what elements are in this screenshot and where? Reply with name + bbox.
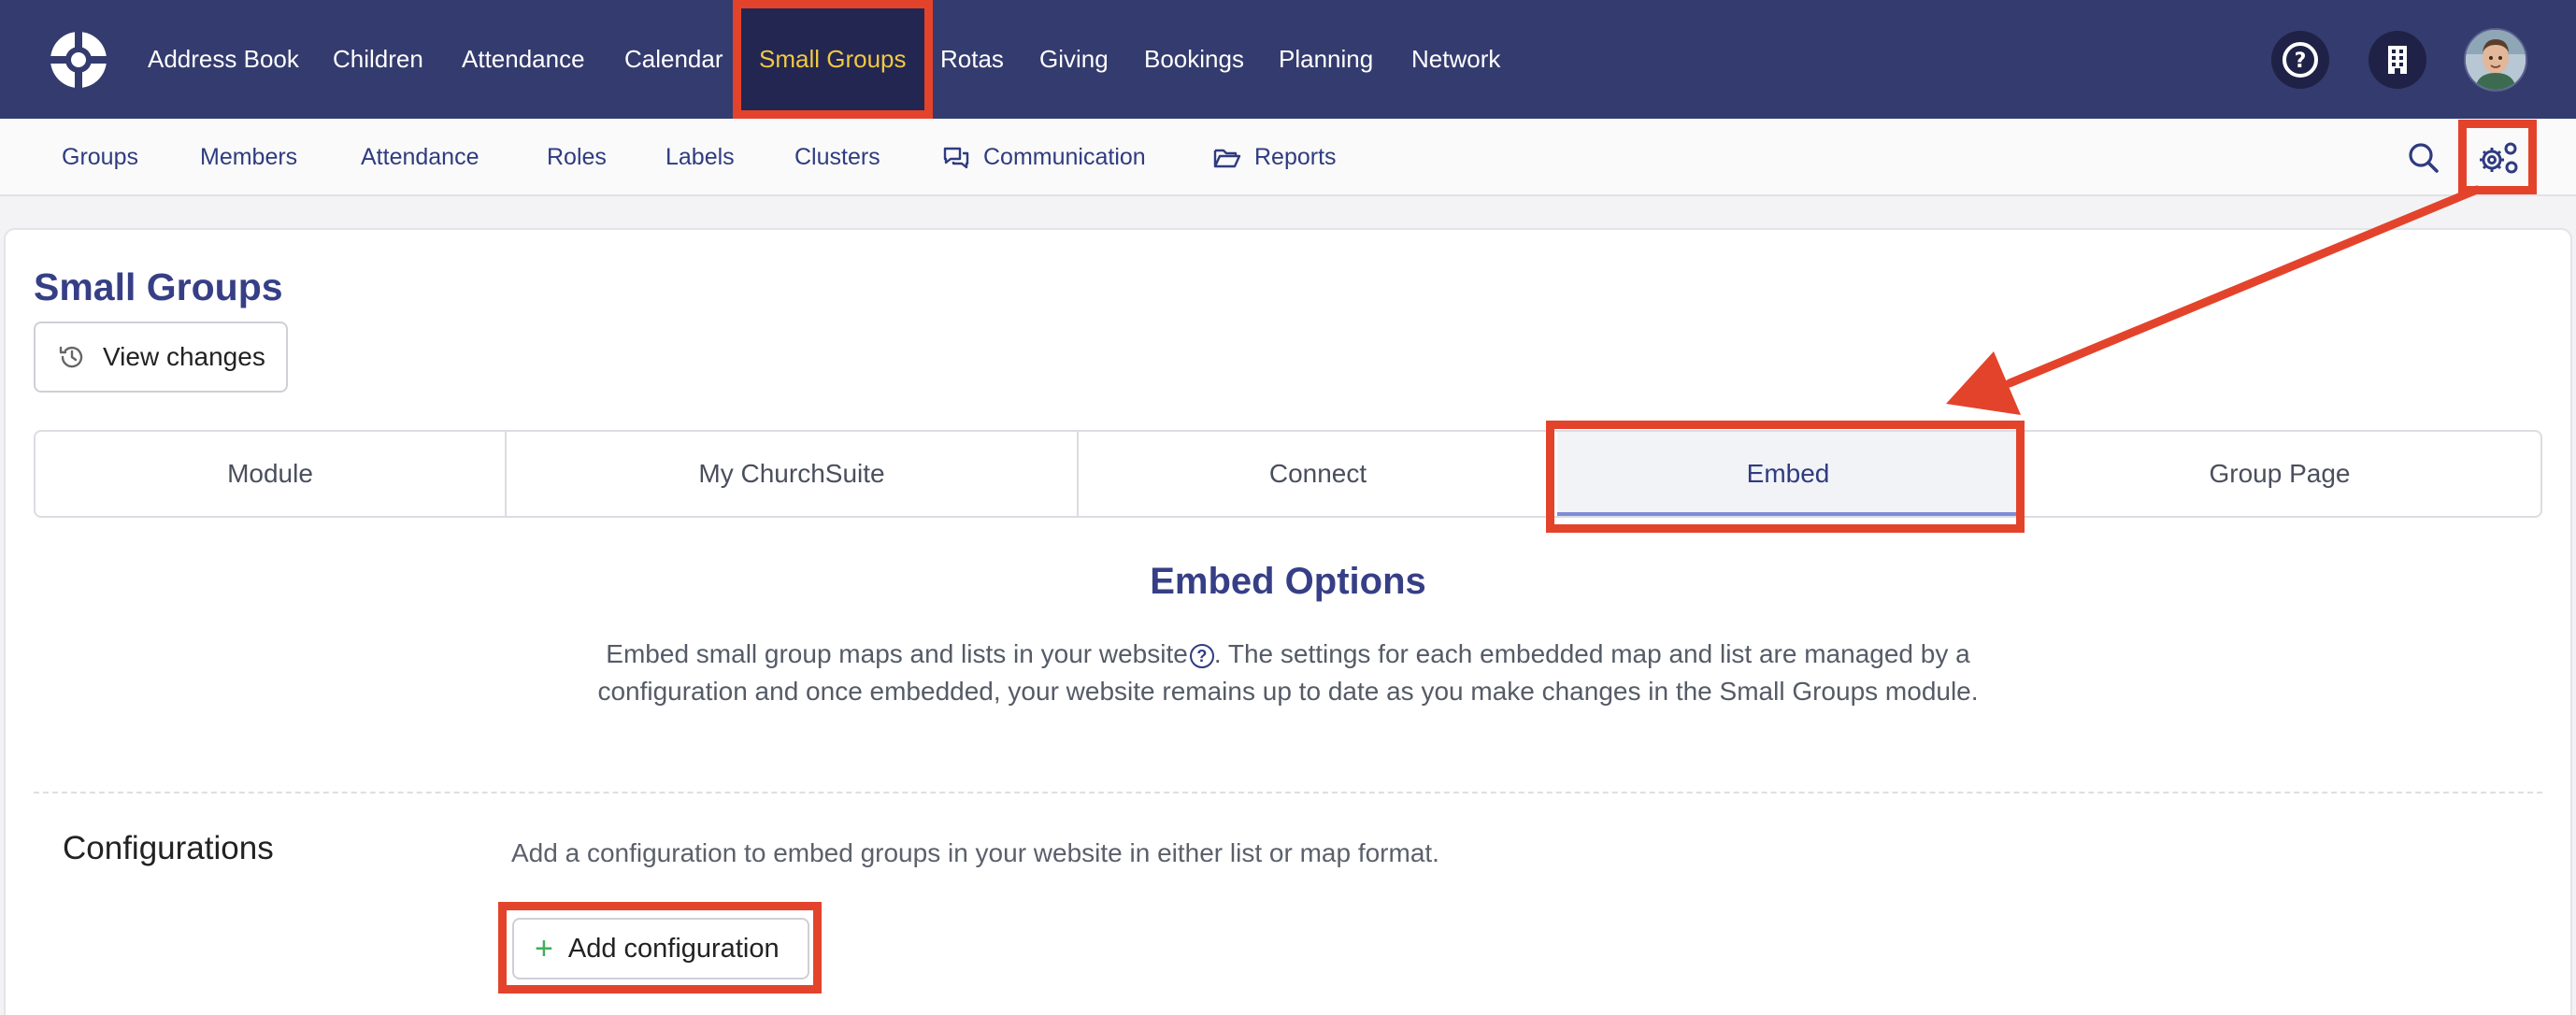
search-icon — [2409, 143, 2439, 173]
embed-description: Embed small group maps and lists in your… — [561, 636, 2015, 710]
nav-small-groups[interactable]: Small Groups — [737, 0, 929, 119]
subnav-labels-label: Labels — [665, 144, 735, 170]
organisation-button[interactable] — [2368, 31, 2426, 89]
nav-network[interactable]: Network — [1411, 0, 1500, 119]
nav-attendance[interactable]: Attendance — [462, 0, 585, 119]
tab-my-churchsuite[interactable]: My ChurchSuite — [507, 432, 1079, 516]
user-photo-icon — [2466, 30, 2526, 90]
help-icon: ? — [2283, 42, 2318, 78]
subnav-members-label: Members — [200, 144, 298, 170]
top-navigation-bar: Address Book Children Attendance Calenda… — [0, 0, 2576, 119]
subnav-roles[interactable]: Roles — [547, 119, 607, 196]
history-icon — [59, 346, 83, 368]
view-changes-label: View changes — [103, 342, 265, 371]
configurations-heading: Configurations — [63, 830, 274, 866]
subnav-members[interactable]: Members — [200, 119, 297, 196]
gears-icon — [2480, 142, 2518, 174]
subnav-communication[interactable]: Communication — [942, 119, 1146, 196]
subnav-labels[interactable]: Labels — [665, 119, 735, 196]
plus-icon: + — [535, 931, 553, 966]
subnav-clusters[interactable]: Clusters — [794, 119, 880, 196]
help-glyph: ? — [2295, 50, 2307, 73]
tab-group-page[interactable]: Group Page — [2019, 432, 2540, 516]
help-button[interactable]: ? — [2271, 31, 2329, 89]
module-settings-button[interactable] — [2475, 135, 2522, 181]
nav-calendar[interactable]: Calendar — [624, 0, 723, 119]
tab-embed[interactable]: Embed — [1557, 432, 2019, 516]
chat-bubbles-icon — [943, 147, 969, 168]
settings-card — [4, 228, 2572, 1015]
tab-module[interactable]: Module — [36, 432, 507, 516]
subnav-attendance[interactable]: Attendance — [361, 119, 479, 196]
add-configuration-label: Add configuration — [567, 933, 780, 964]
section-divider — [34, 792, 2542, 793]
subnav-reports-label: Reports — [1254, 144, 1337, 170]
building-icon — [2388, 46, 2407, 74]
user-avatar[interactable] — [2464, 28, 2527, 92]
subnav-communication-label: Communication — [983, 144, 1146, 170]
tab-connect[interactable]: Connect — [1079, 432, 1557, 516]
search-button[interactable] — [2400, 135, 2447, 181]
nav-bookings[interactable]: Bookings — [1144, 0, 1244, 119]
subnav-reports[interactable]: Reports — [1213, 119, 1337, 196]
subnav-groups-label: Groups — [62, 144, 138, 170]
subnav-attendance-label: Attendance — [361, 144, 479, 170]
add-configuration-button[interactable]: + Add configuration — [512, 918, 809, 979]
module-sub-navigation: Groups Members Attendance Roles Labels C… — [0, 119, 2576, 196]
nav-giving[interactable]: Giving — [1039, 0, 1109, 119]
subnav-clusters-label: Clusters — [794, 144, 880, 170]
nav-planning[interactable]: Planning — [1279, 0, 1373, 119]
help-circle-icon[interactable]: ? — [1189, 643, 1214, 668]
settings-tabs: Module My ChurchSuite Connect Embed Grou… — [34, 430, 2542, 518]
nav-rotas[interactable]: Rotas — [940, 0, 1004, 119]
folder-open-icon — [1213, 149, 1241, 167]
page-title: Small Groups — [34, 265, 283, 308]
nav-address-book[interactable]: Address Book — [148, 0, 299, 119]
configurations-description: Add a configuration to embed groups in y… — [511, 838, 1439, 867]
subnav-roles-label: Roles — [547, 144, 607, 170]
nav-children[interactable]: Children — [333, 0, 423, 119]
subnav-groups[interactable]: Groups — [62, 119, 138, 196]
churchsuite-logo-icon[interactable] — [47, 28, 110, 92]
view-changes-button[interactable]: View changes — [34, 322, 288, 393]
embed-options-heading: Embed Options — [1150, 561, 1426, 602]
embed-description-part1: Embed small group maps and lists in your… — [606, 639, 1188, 668]
